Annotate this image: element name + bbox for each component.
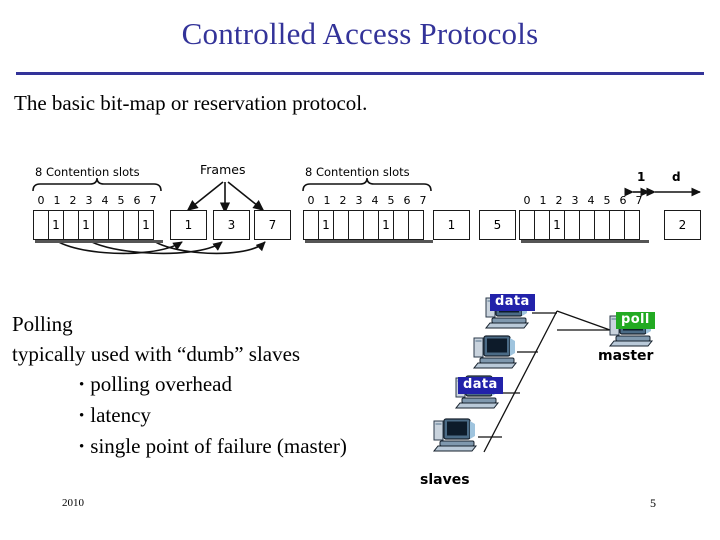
poll-tag-badge: poll: [616, 312, 655, 329]
row-shadow: [521, 240, 649, 243]
slot-index: 2: [69, 194, 77, 207]
frame-box: 7: [254, 210, 291, 240]
slot-index: 5: [603, 194, 611, 207]
slot-index: 7: [149, 194, 157, 207]
slot-index: 3: [355, 194, 363, 207]
slot-index: 4: [371, 194, 379, 207]
polling-bullet-item: • latency: [12, 400, 347, 431]
frame-box: 1: [170, 210, 207, 240]
contention-slot: 1: [549, 210, 565, 240]
contention-slot: [609, 210, 625, 240]
frame-box: 2: [664, 210, 701, 240]
contention-slot: 1: [138, 210, 154, 240]
slot-index: 7: [635, 194, 643, 207]
page-title: Controlled Access Protocols: [181, 16, 539, 51]
slaves-label: slaves: [420, 472, 470, 488]
bullet-label: polling overhead: [90, 372, 232, 396]
contention-slots-label-1: 8 Contention slots: [35, 165, 140, 179]
contention-slot: [564, 210, 580, 240]
contention-slot: [93, 210, 109, 240]
polling-bullet-item: • polling overhead: [12, 369, 347, 400]
contention-slot: [303, 210, 319, 240]
contention-slot: [123, 210, 139, 240]
contention-slot: [393, 210, 409, 240]
slot-index: 0: [523, 194, 531, 207]
polling-network-diagram: data data poll master slaves: [420, 280, 720, 500]
slot-index: 4: [587, 194, 595, 207]
bullet-label: single point of failure (master): [90, 434, 347, 458]
slot-index: 0: [37, 194, 45, 207]
contention-slot: [63, 210, 79, 240]
slot-index: 2: [555, 194, 563, 207]
contention-slot: [624, 210, 640, 240]
polling-bullet-item: • single point of failure (master): [12, 431, 347, 462]
contention-slot: [534, 210, 550, 240]
contention-slot-row-2: 1 1: [303, 210, 433, 243]
contention-slot: 1: [378, 210, 394, 240]
title-divider: [16, 72, 704, 75]
contention-slot: [519, 210, 535, 240]
contention-slot: 1: [48, 210, 64, 240]
contention-slot: 1: [318, 210, 334, 240]
slot-index: 7: [419, 194, 427, 207]
slave-computer-icon: [430, 415, 482, 455]
slave-computer-icon: [470, 332, 522, 372]
frame-box: 5: [479, 210, 516, 240]
slot-index-row-1: 0 1 2 3 4 5 6 7: [33, 194, 161, 207]
contention-slot: [579, 210, 595, 240]
slot-index: 3: [571, 194, 579, 207]
contention-slot: [348, 210, 364, 240]
slot-index: 5: [117, 194, 125, 207]
master-label: master: [598, 348, 654, 364]
footer-page-number: 5: [650, 496, 656, 510]
subtitle-text: The basic bit-map or reservation protoco…: [14, 91, 368, 115]
slot-index: 2: [339, 194, 347, 207]
slot-index: 4: [101, 194, 109, 207]
data-tag-badge: data: [458, 377, 503, 394]
slot-index: 5: [387, 194, 395, 207]
frame-box: 1: [433, 210, 470, 240]
frames-label: Frames: [200, 162, 246, 177]
contention-slot: [333, 210, 349, 240]
contention-slot: [33, 210, 49, 240]
slot-index: 0: [307, 194, 315, 207]
measure-label-one: 1: [637, 170, 646, 184]
polling-heading: Polling: [12, 312, 73, 336]
contention-slot: [594, 210, 610, 240]
bullet-label: latency: [90, 403, 151, 427]
data-tag-badge: data: [490, 294, 535, 311]
measure-label-d: d: [672, 170, 681, 184]
contention-slot-row-3: 1: [519, 210, 649, 243]
contention-slot: [408, 210, 424, 240]
contention-slot-row-1: 1 1 1: [33, 210, 163, 243]
polling-text-block: Polling typically used with “dumb” slave…: [12, 309, 347, 462]
slot-index: 6: [133, 194, 141, 207]
slot-index-row-2: 0 1 2 3 4 5 6 7: [303, 194, 431, 207]
bullet-glyph-icon: •: [79, 439, 85, 455]
bullet-glyph-icon: •: [79, 408, 85, 424]
polling-subheading: typically used with “dumb” slaves: [12, 342, 301, 366]
contention-slots-label-2: 8 Contention slots: [305, 165, 410, 179]
frame-box: 3: [213, 210, 250, 240]
slot-index: 1: [323, 194, 331, 207]
row-shadow: [305, 240, 433, 243]
slot-index: 1: [53, 194, 61, 207]
bullet-glyph-icon: •: [79, 377, 85, 393]
slot-index: 6: [403, 194, 411, 207]
bitmap-protocol-diagram: 8 Contention slots 8 Contention slots Fr…: [0, 150, 720, 290]
slot-index-row-3: 0 1 2 3 4 5 6 7: [519, 194, 647, 207]
contention-slot: [363, 210, 379, 240]
slot-index: 6: [619, 194, 627, 207]
footer-year: 2010: [62, 497, 84, 509]
slot-index: 1: [539, 194, 547, 207]
contention-slot: 1: [78, 210, 94, 240]
row-shadow: [35, 240, 163, 243]
slot-index: 3: [85, 194, 93, 207]
contention-slot: [108, 210, 124, 240]
